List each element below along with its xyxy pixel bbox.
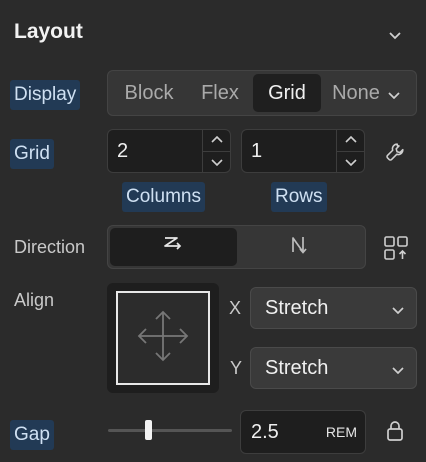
chevron-up-icon[interactable] [337, 130, 364, 152]
direction-segmented [107, 225, 366, 269]
chevron-down-icon[interactable] [384, 24, 406, 46]
row-icon [160, 233, 186, 262]
grid-columns-stepper [202, 130, 230, 172]
grid-rows-stepper [336, 130, 364, 172]
gap-label: Gap [10, 420, 54, 450]
align-y-select[interactable]: Stretch [250, 347, 417, 389]
display-option-grid[interactable]: Grid [253, 74, 321, 112]
chevron-down-icon[interactable] [203, 152, 230, 173]
align-y-value: Stretch [265, 356, 329, 379]
gap-value: 2.5 [251, 420, 279, 443]
display-label: Display [10, 80, 81, 110]
move-arrows-icon [136, 309, 190, 368]
chevron-down-icon[interactable] [337, 152, 364, 173]
align-x-label: X [229, 298, 242, 318]
grid-label: Grid [10, 139, 54, 169]
gap-slider-track[interactable] [108, 429, 232, 432]
chevron-down-icon [392, 297, 404, 320]
display-option-flex[interactable]: Flex [187, 74, 253, 112]
display-option-none-dropdown[interactable]: None [321, 74, 411, 112]
align-x-value: Stretch [265, 296, 329, 319]
grid-rows-value: 1 [251, 139, 263, 162]
align-picker-frame [116, 291, 210, 385]
chevron-down-icon [388, 82, 400, 105]
grid-columns-value: 2 [117, 139, 129, 162]
direction-label: Direction [14, 237, 86, 257]
chevron-up-icon[interactable] [203, 130, 230, 152]
grid-columns-input[interactable]: 2 [107, 129, 231, 173]
lock-icon[interactable] [384, 419, 406, 443]
align-y-label: Y [230, 358, 243, 378]
gap-input[interactable]: 2.5 REM [240, 410, 366, 454]
grid-columns-label: Columns [122, 182, 205, 212]
column-icon [287, 233, 313, 262]
align-label: Align [14, 290, 55, 310]
chevron-down-icon [392, 357, 404, 380]
align-x-select[interactable]: Stretch [250, 287, 417, 329]
direction-column-button[interactable] [237, 228, 364, 266]
align-picker[interactable] [107, 283, 219, 393]
display-segmented: Block Flex Grid None [107, 70, 417, 116]
direction-row-button[interactable] [110, 228, 237, 266]
grid-rows-input[interactable]: 1 [241, 129, 365, 173]
grid-rows-label: Rows [271, 182, 327, 212]
wrench-icon[interactable] [382, 140, 408, 164]
display-option-none-label: None [332, 81, 380, 104]
gap-unit[interactable]: REM [326, 424, 357, 440]
grid-auto-flow-icon[interactable] [382, 234, 410, 262]
display-option-block[interactable]: Block [111, 74, 187, 112]
section-title: Layout [14, 20, 83, 43]
gap-slider-thumb[interactable] [145, 420, 152, 440]
